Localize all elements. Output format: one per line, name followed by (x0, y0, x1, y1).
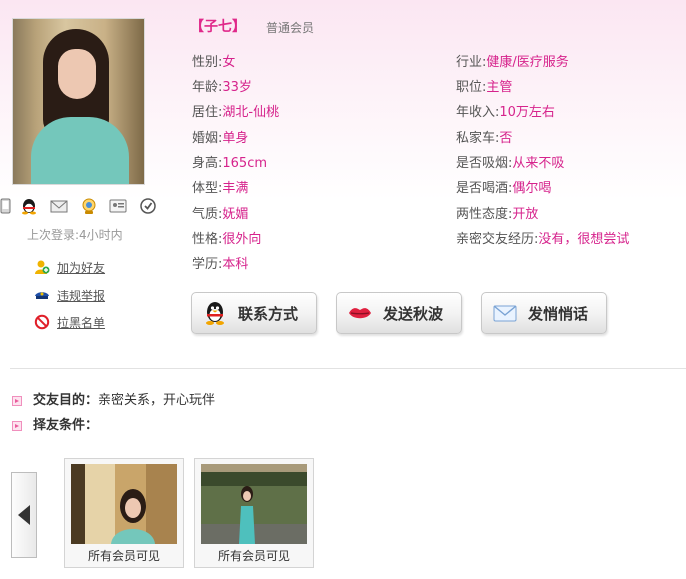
field-label: 职位: (456, 80, 487, 95)
field-temperament: 气质:妩媚 (192, 206, 248, 224)
field-label: 居住: (192, 105, 223, 120)
field-value: 从来不吸 (512, 156, 565, 171)
section-divider (10, 368, 686, 369)
field-label: 亲密交友经历: (456, 232, 539, 247)
field-value: 33岁 (222, 80, 252, 95)
photo-body (31, 117, 129, 184)
contact-info-button[interactable]: 联系方式 (191, 292, 317, 334)
nickname: 【子七】 (190, 19, 246, 35)
field-label: 是否喝酒: (456, 181, 513, 196)
qq-icon[interactable] (20, 197, 38, 215)
field-personality: 性格:很外向 (192, 231, 261, 249)
arrow-left-icon (18, 505, 30, 525)
field-value: 妩媚 (222, 207, 249, 222)
field-gender: 性别:女 (192, 54, 235, 72)
send-wink-label: 发送秋波 (383, 304, 444, 323)
photo-face (58, 49, 96, 99)
field-label: 两性态度: (456, 207, 513, 222)
field-age: 年龄:33岁 (192, 79, 252, 97)
field-value: 单身 (222, 131, 249, 146)
field-marital-status: 婚姻:单身 (192, 130, 248, 148)
field-label: 婚姻: (192, 131, 223, 146)
thumbnail-caption: 所有会员可见 (87, 549, 160, 563)
field-drinking: 是否喝酒:偶尔喝 (456, 180, 551, 198)
verify-icon[interactable] (139, 197, 157, 215)
field-label: 性格: (192, 232, 223, 247)
field-value: 丰满 (222, 181, 249, 196)
member-level: 普通会员 (266, 21, 315, 35)
block-icon (34, 314, 50, 330)
field-label: 年龄: (192, 80, 223, 95)
field-value: 10万左右 (499, 105, 555, 120)
gallery-prev-button[interactable] (11, 472, 37, 558)
photo-thumbnail-1 (71, 464, 177, 544)
field-value: 开放 (512, 207, 539, 222)
contact-info-label: 联系方式 (238, 304, 299, 323)
dating-criteria: 择友条件： (12, 416, 98, 436)
field-label: 年收入: (456, 105, 500, 120)
field-intimate-experience: 亲密交友经历:没有，很想尝试 (456, 231, 629, 249)
field-height: 身高:165cm (192, 155, 267, 173)
blacklist-label: 拉黑名单 (57, 315, 106, 330)
report-violation-link[interactable]: 违规举报 (34, 286, 105, 304)
field-label: 身高: (192, 156, 223, 171)
field-value: 否 (499, 131, 513, 146)
add-friend-link[interactable]: 加为好友 (34, 258, 105, 276)
police-cap-icon (35, 292, 49, 299)
report-violation-label: 违规举报 (57, 288, 106, 303)
lips-icon (349, 308, 371, 319)
dating-purpose-value: 亲密关系，开心玩伴 (98, 393, 216, 408)
dating-criteria-label: 择友条件： (33, 418, 99, 433)
field-private-car: 私家车:否 (456, 130, 512, 148)
field-label: 是否吸烟: (456, 156, 513, 171)
gallery-thumbnail-1[interactable]: 所有会员可见 (64, 458, 184, 568)
field-value: 没有，很想尝试 (538, 232, 630, 247)
whisper-message-label: 发悄悄话 (528, 304, 589, 323)
add-friend-label: 加为好友 (57, 260, 106, 275)
webcam-icon[interactable] (80, 197, 98, 215)
field-smoking: 是否吸烟:从来不吸 (456, 155, 564, 173)
gallery-thumbnail-2[interactable]: 所有会员可见 (194, 458, 314, 568)
add-friend-icon (35, 260, 50, 274)
id-card-icon[interactable] (109, 197, 127, 215)
field-label: 学历: (192, 257, 223, 272)
field-value: 165cm (222, 156, 268, 171)
field-education: 学历:本科 (192, 256, 248, 274)
phone-icon[interactable] (0, 197, 14, 215)
bullet-icon (12, 421, 22, 431)
bullet-icon (12, 396, 22, 406)
whisper-message-button[interactable]: 发悄悄话 (481, 292, 607, 334)
field-annual-income: 年收入:10万左右 (456, 104, 555, 122)
field-value: 偶尔喝 (512, 181, 552, 196)
photo-thumbnail-2 (201, 464, 307, 544)
field-label: 气质: (192, 207, 223, 222)
field-value: 健康/医疗服务 (486, 55, 569, 70)
qq-penguin-icon (206, 302, 224, 325)
thumbnail-caption: 所有会员可见 (217, 549, 290, 563)
field-label: 性别: (192, 55, 223, 70)
field-value: 女 (222, 55, 236, 70)
field-body-type: 体型:丰满 (192, 180, 248, 198)
dating-purpose-label: 交友目的： (33, 393, 99, 408)
field-label: 私家车: (456, 131, 500, 146)
last-login-text: 上次登录:4小时内 (27, 228, 123, 242)
field-residence: 居住:湖北-仙桃 (192, 104, 279, 122)
send-wink-button[interactable]: 发送秋波 (336, 292, 462, 334)
field-value: 主管 (486, 80, 513, 95)
envelope-icon (493, 305, 517, 322)
field-value: 湖北-仙桃 (222, 105, 280, 120)
field-sexual-attitude: 两性态度:开放 (456, 206, 538, 224)
blacklist-link[interactable]: 拉黑名单 (34, 313, 105, 331)
email-icon[interactable] (50, 197, 68, 215)
field-label: 行业: (456, 55, 487, 70)
dating-purpose: 交友目的： 亲密关系，开心玩伴 (12, 391, 215, 411)
profile-photo[interactable] (12, 18, 145, 185)
field-industry: 行业:健康/医疗服务 (456, 54, 569, 72)
field-label: 体型: (192, 181, 223, 196)
field-position: 职位:主管 (456, 79, 512, 97)
field-value: 很外向 (222, 232, 262, 247)
field-value: 本科 (222, 257, 249, 272)
